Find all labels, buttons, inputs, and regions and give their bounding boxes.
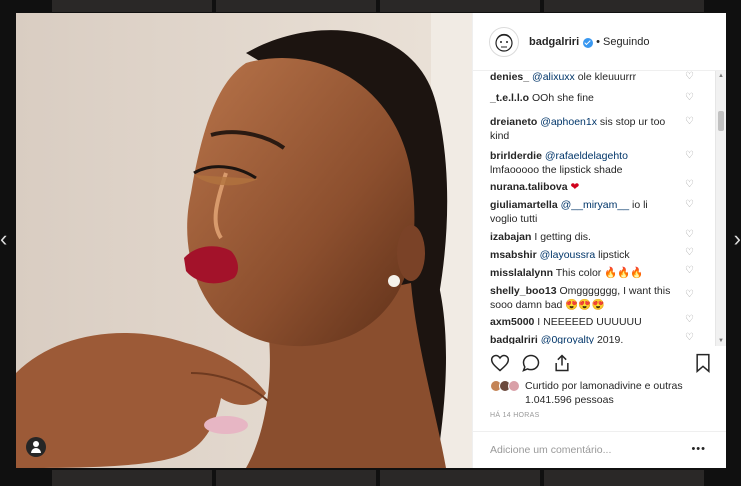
header-username[interactable]: badgalriri xyxy=(529,36,579,48)
comment-text: This color 🔥🔥🔥 xyxy=(555,267,644,279)
comments-list[interactable]: denies_ @alixuxx ole kleuuurrr ♡ _t.e.l.… xyxy=(473,71,727,344)
comment-text: lipstick xyxy=(598,249,630,261)
comment-item: msabshir @layoussra lipstick xyxy=(490,248,695,262)
like-comment-icon[interactable]: ♡ xyxy=(685,265,694,276)
like-comment-icon[interactable]: ♡ xyxy=(685,150,694,161)
comment-text: ole kleuuurrr xyxy=(577,71,637,83)
post-actions xyxy=(490,353,712,377)
comment-username[interactable]: badgalriri xyxy=(490,334,538,344)
separator: • xyxy=(596,35,600,48)
like-comment-icon[interactable]: ♡ xyxy=(685,332,694,343)
following-button[interactable]: Seguindo xyxy=(603,36,650,48)
comment-item: izabajan I getting dis. xyxy=(490,230,695,244)
like-comment-icon[interactable]: ♡ xyxy=(685,247,694,258)
post-modal: badgalriri • Seguindo denies_ @alixuxx o… xyxy=(16,13,726,468)
comment-username[interactable]: axm5000 xyxy=(490,316,534,328)
comment-username[interactable]: denies_ xyxy=(490,71,529,83)
likes-text[interactable]: Curtido por lamonadivine e outras 1.041.… xyxy=(525,379,690,407)
like-heart-icon[interactable] xyxy=(490,353,510,373)
comment-username[interactable]: giuliamartella xyxy=(490,199,558,211)
avatar[interactable] xyxy=(489,26,519,57)
add-comment-bar[interactable]: Adicione um comentário... ••• xyxy=(473,431,726,468)
previous-post-arrow[interactable]: ‹ xyxy=(0,228,7,250)
more-options-icon[interactable]: ••• xyxy=(691,443,706,455)
comment-mention[interactable]: @0groyalty xyxy=(541,334,594,344)
comment-item: shelly_boo13 Omggggggg, I want this sooo… xyxy=(490,284,678,312)
comment-mention[interactable]: @aphoen1x xyxy=(540,116,597,128)
comment-bubble-icon[interactable] xyxy=(521,353,541,373)
like-comment-icon[interactable]: ♡ xyxy=(685,179,694,190)
comment-text: ❤ xyxy=(570,181,580,193)
verified-badge-icon xyxy=(583,37,594,48)
scroll-up-arrow-icon[interactable]: ▲ xyxy=(718,73,724,79)
comment-item: misslalalynn This color 🔥🔥🔥 xyxy=(490,266,695,280)
comment-text: lmfaooooo the lipstick shade xyxy=(490,164,623,176)
like-comment-icon[interactable]: ♡ xyxy=(685,92,694,103)
comment-item: giuliamartella @__miryam__ io li voglio … xyxy=(490,198,660,226)
like-comment-icon[interactable]: ♡ xyxy=(685,199,694,210)
comment-mention[interactable]: @__miryam__ xyxy=(561,199,629,211)
comment-item: brirlderdie @rafaeldelagehto lmfaooooo t… xyxy=(490,149,678,177)
avatar-sketch-icon xyxy=(495,33,513,52)
comment-username[interactable]: dreianeto xyxy=(490,116,537,128)
likes-summary: Curtido por lamonadivine e outras 1.041.… xyxy=(490,379,690,407)
comment-text: OOh she fine xyxy=(532,92,594,104)
like-comment-icon[interactable]: ♡ xyxy=(685,289,694,300)
comment-item: badgalriri @0groyalty 2019. xyxy=(490,333,695,344)
comment-text: I NEEEEED UUUUUU xyxy=(537,316,642,328)
bookmark-icon[interactable] xyxy=(694,353,712,373)
comment-item: axm5000 I NEEEEED UUUUUU xyxy=(490,315,695,329)
liker-avatars xyxy=(490,380,520,392)
comment-username[interactable]: misslalalynn xyxy=(490,267,553,279)
comment-item: dreianeto @aphoen1x sis stop ur too kind xyxy=(490,115,678,143)
comments-scrollbar[interactable]: ▲ ▼ xyxy=(715,71,726,346)
comment-username[interactable]: brirlderdie xyxy=(490,150,542,162)
post-photo[interactable] xyxy=(16,13,472,468)
comment-mention[interactable]: @alixuxx xyxy=(532,71,575,83)
comment-mention[interactable]: @rafaeldelagehto xyxy=(545,150,628,162)
comment-mention[interactable]: @layoussra xyxy=(540,249,596,261)
comment-username[interactable]: shelly_boo13 xyxy=(490,285,557,297)
post-timestamp[interactable]: HÁ 14 HORAS xyxy=(490,412,540,419)
comment-username[interactable]: msabshir xyxy=(490,249,537,261)
add-comment-input[interactable]: Adicione um comentário... xyxy=(490,444,611,456)
comment-item: denies_ @alixuxx ole kleuuurrr xyxy=(490,71,695,84)
comment-item: _t.e.l.l.o OOh she fine xyxy=(490,91,695,105)
share-icon[interactable] xyxy=(552,353,572,373)
like-comment-icon[interactable]: ♡ xyxy=(685,71,694,82)
comment-username[interactable]: _t.e.l.l.o xyxy=(490,92,529,104)
user-tag-icon[interactable] xyxy=(26,437,46,457)
next-post-arrow[interactable]: › xyxy=(734,228,741,250)
comment-username[interactable]: nurana.talibova xyxy=(490,181,568,193)
portrait-illustration xyxy=(16,13,472,468)
comment-text: I getting dis. xyxy=(534,231,591,243)
like-comment-icon[interactable]: ♡ xyxy=(685,314,694,325)
liker-avatar[interactable] xyxy=(508,380,520,392)
like-comment-icon[interactable]: ♡ xyxy=(685,116,694,127)
comment-username[interactable]: izabajan xyxy=(490,231,531,243)
like-comment-icon[interactable]: ♡ xyxy=(685,229,694,240)
post-header: badgalriri • Seguindo xyxy=(473,13,726,71)
comment-item: nurana.talibova ❤ xyxy=(490,180,695,194)
scrollbar-thumb[interactable] xyxy=(718,111,724,131)
comment-text: 2019. xyxy=(596,334,624,344)
scroll-down-arrow-icon[interactable]: ▼ xyxy=(718,338,724,344)
post-sidebar: badgalriri • Seguindo denies_ @alixuxx o… xyxy=(472,13,726,468)
